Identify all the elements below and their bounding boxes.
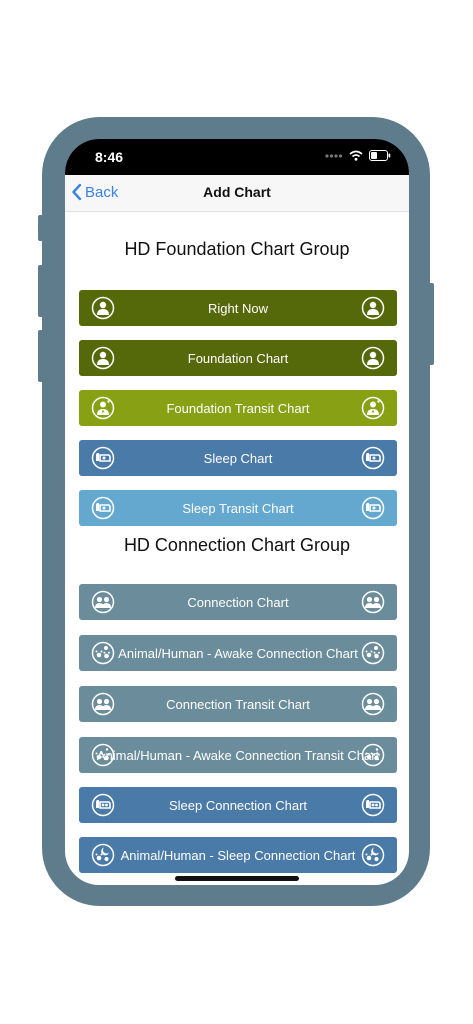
person-icon — [91, 296, 115, 320]
sleep-icon — [91, 496, 115, 520]
button-label: Right Now — [208, 300, 268, 316]
button-label: Sleep Connection Chart — [168, 797, 308, 813]
page-title: Add Chart — [203, 184, 271, 200]
button-label: Sleep Chart — [203, 450, 273, 466]
animal-human-awake-connection-transit-chart-button[interactable]: Animal/Human - Awake Connection Transit … — [79, 737, 397, 773]
notch — [135, 139, 339, 165]
status-icons — [325, 150, 391, 161]
two-people-icon — [361, 692, 385, 716]
button-label: Sleep Transit Chart — [182, 500, 294, 516]
sleep-icon — [91, 446, 115, 470]
sleep-transit-chart-button[interactable]: Sleep Transit Chart — [79, 490, 397, 526]
button-label: Foundation Transit Chart — [166, 400, 310, 416]
sleep-connection-icon — [361, 793, 385, 817]
paw-transit-icon — [361, 743, 385, 767]
signal-icon — [325, 153, 343, 158]
animal-human-awake-connection-chart-button[interactable]: Animal/Human - Awake Connection Chart — [79, 635, 397, 671]
two-people-icon — [361, 590, 385, 614]
foundation-group-title: HD Foundation Chart Group — [124, 239, 350, 259]
two-people-icon — [91, 692, 115, 716]
two-people-icon — [91, 590, 115, 614]
foundation-transit-chart-button[interactable]: Foundation Transit Chart — [79, 390, 397, 426]
sleep-connection-icon — [91, 793, 115, 817]
paw-moon-icon — [361, 843, 385, 867]
button-label: Animal/Human - Sleep Connection Chart — [120, 847, 356, 863]
button-label: Animal/Human - Awake Connection Transit … — [96, 747, 380, 763]
paw-sun-icon — [91, 641, 115, 665]
sleep-icon — [361, 446, 385, 470]
button-label: Foundation Chart — [187, 350, 289, 366]
battery-icon — [369, 150, 391, 161]
home-indicator[interactable] — [175, 876, 299, 881]
button-label: Connection Transit Chart — [166, 696, 310, 712]
sleep-icon — [361, 496, 385, 520]
connection-transit-chart-button[interactable]: Connection Transit Chart — [79, 686, 397, 722]
paw-transit-icon — [91, 743, 115, 767]
status-bar: 8:46 — [65, 139, 409, 175]
sleep-connection-chart-button[interactable]: Sleep Connection Chart — [79, 787, 397, 823]
phone-screen: 8:46 Back Add Chart HD Foundation Chart … — [65, 139, 409, 885]
button-label: Animal/Human - Awake Connection Chart — [118, 645, 358, 661]
animal-human-sleep-connection-chart-button[interactable]: Animal/Human - Sleep Connection Chart — [79, 837, 397, 873]
status-time: 8:46 — [95, 149, 124, 165]
person-icon — [361, 346, 385, 370]
wifi-icon — [349, 150, 363, 161]
sleep-chart-button[interactable]: Sleep Chart — [79, 440, 397, 476]
person-icon — [361, 296, 385, 320]
paw-sun-icon — [361, 641, 385, 665]
paw-moon-icon — [91, 843, 115, 867]
right-now-button[interactable]: Right Now — [79, 290, 397, 326]
connection-chart-button[interactable]: Connection Chart — [79, 584, 397, 620]
person-icon — [91, 346, 115, 370]
button-label: Connection Chart — [187, 594, 289, 610]
navigation-bar: Back Add Chart — [65, 175, 409, 212]
person-transit-icon — [361, 396, 385, 420]
person-transit-icon — [91, 396, 115, 420]
connection-group-title: HD Connection Chart Group — [123, 535, 351, 555]
foundation-chart-button[interactable]: Foundation Chart — [79, 340, 397, 376]
